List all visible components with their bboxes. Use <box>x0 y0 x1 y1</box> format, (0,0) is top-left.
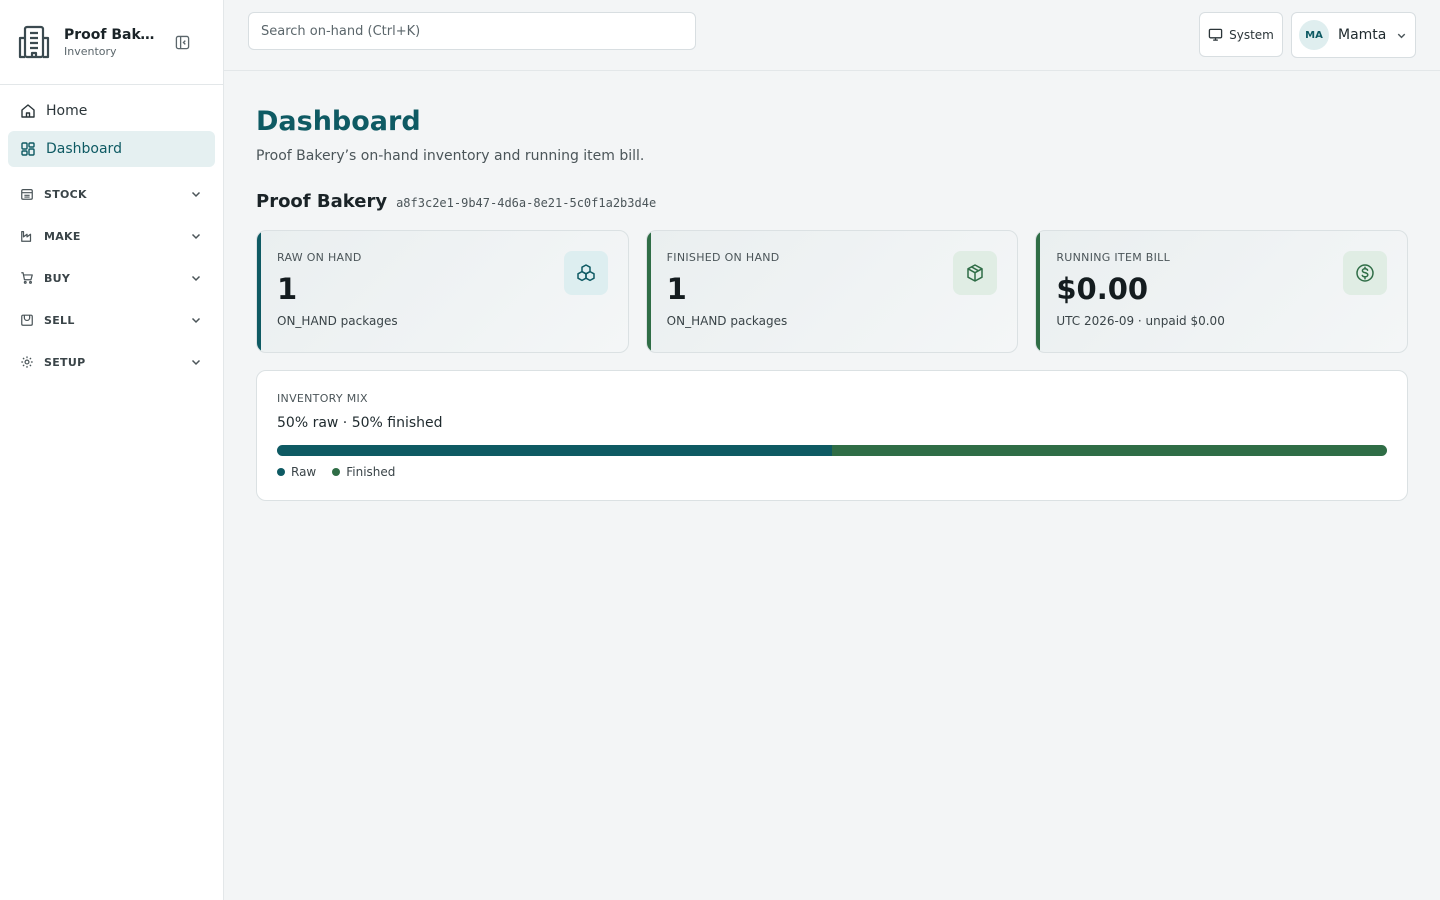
sidebar-item-home[interactable]: Home <box>8 93 215 129</box>
stat-card-value: 1 <box>277 272 298 306</box>
chevron-down-icon <box>191 359 201 366</box>
stat-card-label: FINISHED ON HAND <box>666 251 780 264</box>
sell-icon <box>21 314 33 326</box>
stat-card-finished-on-hand: FINISHED ON HAND 1 ON_HAND packages <box>645 230 1019 353</box>
stat-cards: RAW ON HAND 1 ON_HAND packages FINISHED … <box>256 230 1409 353</box>
inventory-mix-summary: 50% raw · 50% finished <box>277 415 443 431</box>
brand-subtitle: Inventory <box>64 44 117 58</box>
sidebar-section-setup[interactable]: SETUP <box>8 341 215 383</box>
sidebar-section-label: SETUP <box>44 355 86 369</box>
theme-toggle-button[interactable]: System <box>1199 12 1283 57</box>
inventory-mix-bar <box>277 445 1387 456</box>
collapse-sidebar-button[interactable] <box>171 31 193 53</box>
stat-card-note: UTC 2026-09 · unpaid $0.00 <box>1056 314 1225 328</box>
cart-icon <box>21 272 33 284</box>
legend-dot-raw <box>277 468 285 476</box>
stat-card-raw-on-hand: RAW ON HAND 1 ON_HAND packages <box>256 230 629 353</box>
sidebar-nav: Home Dashboard STOCK MAKE BUY SELL SETUP <box>0 85 223 391</box>
org-name: Proof Bakery <box>256 191 388 212</box>
package-icon <box>967 264 984 282</box>
stat-card-value: $0.00 <box>1056 272 1149 306</box>
sidebar-section-stock[interactable]: STOCK <box>8 173 215 215</box>
page-title: Dashboard <box>256 106 421 137</box>
gear-icon <box>21 356 33 368</box>
avatar: MA <box>1299 20 1329 50</box>
boxes-icon <box>576 264 595 282</box>
legend-label-finished: Finished <box>346 465 396 479</box>
chevron-down-icon <box>191 191 201 198</box>
sidebar-section-label: SELL <box>44 313 75 327</box>
home-icon <box>21 104 35 118</box>
stat-card-running-item-bill: RUNNING ITEM BILL $0.00 UTC 2026-09 · un… <box>1035 230 1409 353</box>
inventory-mix-raw-segment <box>277 445 832 456</box>
sidebar-item-label: Home <box>46 103 88 119</box>
chevron-down-icon <box>191 275 201 282</box>
inventory-mix-panel: INVENTORY MIX 50% raw · 50% finished Raw… <box>256 370 1408 501</box>
legend-item-finished: Finished <box>332 465 395 479</box>
sidebar-section-label: MAKE <box>44 229 81 243</box>
page-subtitle: Proof Bakery’s on-hand inventory and run… <box>256 148 645 164</box>
inventory-mix-label: INVENTORY MIX <box>277 392 368 405</box>
sidebar-section-sell[interactable]: SELL <box>8 299 215 341</box>
search-input[interactable] <box>248 12 696 50</box>
dashboard-icon <box>21 142 35 156</box>
inventory-mix-finished-segment <box>832 445 1387 456</box>
stat-card-label: RUNNING ITEM BILL <box>1056 251 1171 264</box>
make-icon <box>21 231 32 242</box>
legend-item-raw: Raw <box>277 465 316 479</box>
sidebar: Proof Bakery Inventory Home Dashboard ST… <box>0 0 224 900</box>
dollar-circle-icon <box>1356 264 1374 282</box>
chevron-down-icon <box>1397 33 1406 38</box>
sidebar-section-label: BUY <box>44 271 71 285</box>
theme-label: System <box>1229 27 1274 42</box>
user-menu-button[interactable]: MA Mamta <box>1291 12 1416 58</box>
monitor-icon <box>1208 28 1223 41</box>
brand-header: Proof Bakery Inventory <box>0 0 223 85</box>
brand-name: Proof Bakery <box>64 26 162 43</box>
stock-icon <box>21 189 33 200</box>
chevron-down-icon <box>191 233 201 240</box>
sidebar-section-make[interactable]: MAKE <box>8 215 215 257</box>
inventory-mix-legend: Raw Finished <box>277 465 1387 479</box>
user-name: Mamta <box>1338 27 1387 43</box>
chevron-down-icon <box>191 317 201 324</box>
sidebar-item-dashboard[interactable]: Dashboard <box>8 131 215 167</box>
legend-dot-finished <box>332 468 341 476</box>
building-icon <box>18 25 50 59</box>
topbar: System MA Mamta <box>224 0 1440 71</box>
main-content: Dashboard Proof Bakery’s on-hand invento… <box>256 71 1409 501</box>
stat-card-note: ON_HAND packages <box>277 314 398 328</box>
org-id: a8f3c2e1-9b47-4d6a-8e21-5c0f1a2b3d4e <box>396 196 657 210</box>
panel-left-icon <box>175 35 189 49</box>
org-header: Proof Bakery a8f3c2e1-9b47-4d6a-8e21-5c0… <box>256 191 1408 212</box>
legend-label-raw: Raw <box>291 465 317 479</box>
stat-card-label: RAW ON HAND <box>277 251 362 264</box>
stat-card-value: 1 <box>666 272 687 306</box>
sidebar-item-label: Dashboard <box>46 141 122 157</box>
sidebar-section-label: STOCK <box>44 187 87 201</box>
stat-card-note: ON_HAND packages <box>666 314 788 328</box>
sidebar-section-buy[interactable]: BUY <box>8 257 215 299</box>
